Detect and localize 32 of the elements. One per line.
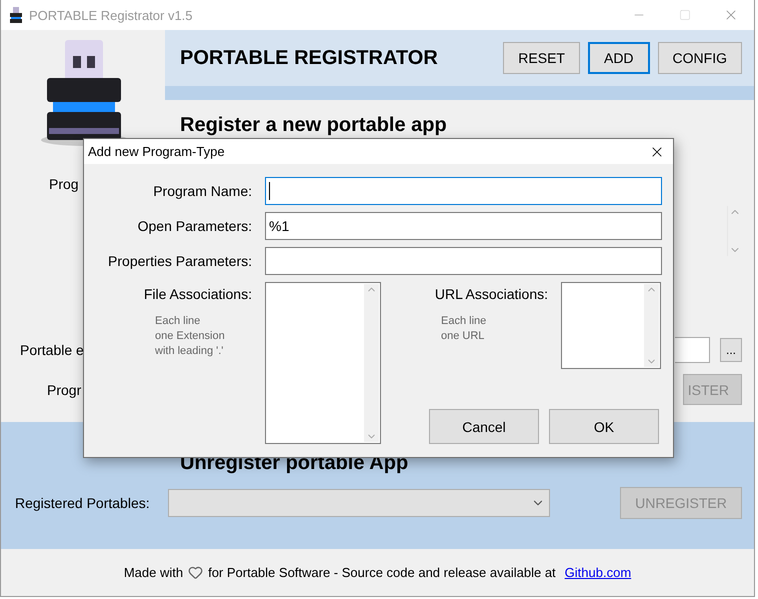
usb-app-icon (9, 7, 23, 23)
header-button[interactable]: ADD (588, 42, 650, 74)
hint-text: Each line one URL (441, 314, 486, 344)
window-title: PORTABLE Registrator v1.5 (29, 8, 194, 22)
path-field[interactable] (675, 336, 710, 362)
field-label: Program Name: (152, 183, 253, 199)
header-button[interactable]: RESET (503, 42, 580, 74)
dialog-button[interactable]: Cancel (429, 409, 539, 444)
field-label: Prog (49, 176, 79, 192)
app-title: PORTABLE REGISTRATOR (180, 46, 439, 70)
dialog-title: Add new Program-Type (88, 144, 226, 159)
footer-text: Made with (124, 565, 184, 580)
field-label: Progr (47, 382, 82, 398)
browse-button[interactable]: ... (720, 338, 742, 362)
section-heading: Register a new portable app (180, 114, 448, 137)
dialog-button[interactable]: OK (549, 409, 659, 444)
text-area[interactable] (265, 282, 381, 444)
field-label: Portable e (20, 342, 84, 358)
input-field[interactable]: %1 (265, 212, 662, 240)
header-button[interactable]: CONFIG (658, 42, 742, 74)
field-label: Properties Parameters: (107, 253, 253, 269)
text-area[interactable] (561, 282, 661, 369)
github-link[interactable]: Github.com (564, 565, 632, 580)
field-label: URL Associations: (434, 286, 548, 302)
footer-text: for Portable Software - Source code and release available at (208, 565, 556, 580)
hint-text: Each line one Extension with leading '.' (155, 314, 225, 359)
field-label: File Associations: (144, 286, 252, 302)
field-label: Open Parameters: (136, 218, 253, 234)
heart-icon (188, 565, 204, 580)
input-field[interactable] (265, 247, 662, 275)
field-label: Registered Portables: (15, 495, 150, 511)
input-field[interactable] (265, 177, 662, 205)
